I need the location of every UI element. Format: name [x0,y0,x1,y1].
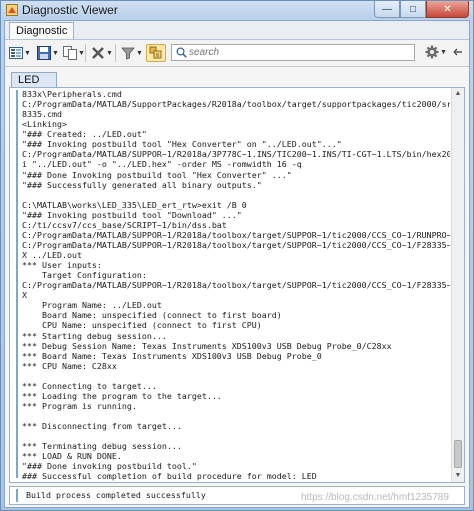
build-log: 833x\Peripherals.cmd C:/ProgramData/MATLA… [22,89,450,481]
log-line: *** Starting debug session... [22,330,167,341]
log-line: *** CPU Name: C28xx [22,360,117,371]
log-line: C:/ProgramData/MATLAB/SUPPOR~1/R2018a/to… [22,280,450,291]
diagnostic-viewer-window: Diagnostic Viewer — □ ✕ Diagnostic ▼ ▼ ▼… [0,0,474,511]
log-line: Target Configuration: [22,270,147,281]
log-line: *** LOAD & RUN DONE. [22,451,122,462]
group-toggle-button[interactable] [146,44,166,62]
log-line: X ../LED.out [22,250,82,260]
log-line: *** User inputs: [22,260,102,271]
log-line: Program Name: ../LED.out [22,300,162,311]
pin-icon[interactable] [452,46,464,58]
scroll-up-icon[interactable]: ▲ [452,88,464,100]
toolbar-divider [115,44,116,62]
log-line: X [22,290,27,301]
copy-icon [63,46,77,60]
chevron-down-icon: ▼ [52,49,59,57]
log-line: *** Connecting to target... [22,380,157,391]
minimize-button[interactable]: — [374,1,400,18]
save-icon [37,46,51,60]
chevron-down-icon: ▼ [440,48,447,56]
log-line: *** Disconnecting from target... [22,421,182,432]
view-menu-button[interactable]: ▼ [9,44,31,62]
delete-icon [92,47,104,59]
log-line: C:/ProgramData/MATLAB/SUPPOR~1/R2018a/3P… [22,149,450,160]
window-title: Diagnostic Viewer [22,3,118,17]
log-line: CPU Name: unspecified (connect to first … [22,320,262,331]
chevron-down-icon: ▼ [24,49,31,57]
scroll-down-icon[interactable]: ▼ [452,470,464,482]
log-line: "### Invoking postbuild tool "Hex Conver… [22,139,342,150]
search-box[interactable] [171,44,415,61]
watermark-text: https://blog.csdn.net/hmf1235789 [301,492,449,503]
chevron-down-icon: ▼ [78,49,85,57]
scroll-thumb[interactable] [454,440,462,468]
log-line: "### Created: ../LED.out" [22,129,147,140]
window-controls: — □ ✕ [374,1,469,19]
log-line: *** Program is running. [22,400,137,411]
title-bar[interactable]: Diagnostic Viewer — □ ✕ [1,1,473,19]
log-line: 8335.cmd [22,109,62,120]
log-line: *** Terminating debug session... [22,441,182,452]
copy-button[interactable]: ▼ [63,44,85,62]
delete-button[interactable]: ▼ [91,44,113,62]
log-line: i "../LED.out" -o "../LED.hex" -order MS… [22,159,302,170]
view-menu-icon [9,47,23,59]
close-button[interactable]: ✕ [426,1,469,18]
viewer-body: Diagnostic ▼ ▼ ▼ ▼ ▼ search ▼ LED 833x\P… [4,20,470,508]
group-icon [149,46,162,59]
log-line: ### Successful completion of build proce… [22,471,317,481]
filter-icon [121,47,135,60]
maximize-button[interactable]: □ [400,1,426,18]
log-line: *** Debug Session Name: Texas Instrument… [22,340,392,351]
log-marker-bar [16,90,18,478]
log-line: "### Done invoking postbuild tool." [22,461,197,472]
search-input[interactable] [189,45,409,60]
log-line: "### Successfully generated all binary o… [22,179,262,190]
model-tab-led[interactable]: LED [11,72,57,87]
chevron-down-icon: ▼ [136,49,143,57]
log-line: "### Done Invoking postbuild tool "Hex C… [22,169,292,180]
log-line: C:/ProgramData/MATLAB/SupportPackages/R2… [22,99,450,110]
log-line: Board Name: unspecified (connect to firs… [22,310,282,321]
log-line: C:\MATLAB\works\LED_335\LED_ert_rtw>exit… [22,199,247,210]
search-icon [176,47,187,58]
save-button[interactable]: ▼ [37,44,59,62]
tab-strip: Diagnostic [5,21,469,40]
log-line: C:/ProgramData/MATLAB/SUPPOR~1/R2018a/to… [22,229,450,240]
build-log-pane: 833x\Peripherals.cmd C:/ProgramData/MATLA… [9,87,465,483]
log-line: C:/ProgramData/MATLAB/SUPPOR~1/R2018a/to… [22,239,450,250]
chevron-down-icon: ▼ [106,49,113,57]
app-icon [6,4,18,16]
log-line: *** Board Name: Texas Instruments XDS100… [22,350,322,361]
filter-button[interactable]: ▼ [121,44,143,62]
log-line: "### Invoking postbuild tool "Download" … [22,209,242,220]
settings-button[interactable]: ▼ [425,45,447,59]
vertical-scrollbar[interactable]: ▲ ▼ [451,88,464,482]
gear-icon [425,45,439,59]
status-marker-bar [16,489,18,502]
log-line: C:/ti/ccsv7/ccs_base/SCRIPT~1/bin/dss.ba… [22,219,227,230]
toolbar: ▼ ▼ ▼ ▼ ▼ search ▼ [5,40,469,67]
log-line: *** Loading the program to the target... [22,390,222,401]
toolbar-divider [85,44,86,62]
status-message: Build process completed successfully [26,490,206,500]
log-line: 833x\Peripherals.cmd [22,89,122,99]
log-line: <Linking> [22,119,67,130]
tab-diagnostic[interactable]: Diagnostic [9,22,75,39]
